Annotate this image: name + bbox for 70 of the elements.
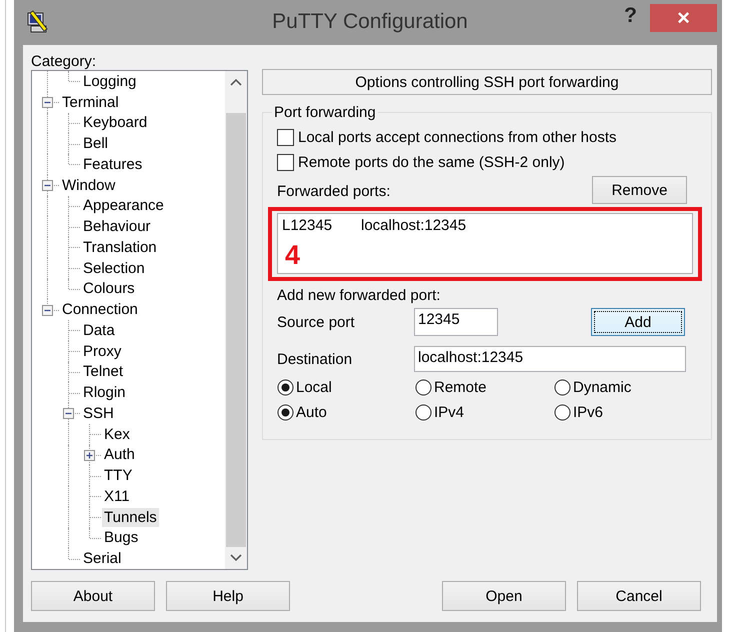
collapse-icon[interactable] bbox=[42, 97, 53, 108]
scroll-up-icon[interactable] bbox=[230, 78, 242, 86]
tree-item[interactable]: Data bbox=[81, 320, 117, 340]
forwarded-ports-label: Forwarded ports: bbox=[277, 182, 390, 200]
radio-button[interactable] bbox=[554, 404, 571, 421]
tree-item[interactable]: Colours bbox=[81, 279, 137, 298]
radio-button[interactable] bbox=[277, 404, 294, 421]
radio-button[interactable] bbox=[277, 379, 294, 396]
scroll-down-icon[interactable] bbox=[230, 554, 242, 562]
tree-item[interactable]: TTY bbox=[102, 466, 134, 486]
source-port-label: Source port bbox=[277, 314, 356, 330]
add-button[interactable]: Add bbox=[591, 308, 685, 336]
checkbox[interactable] bbox=[277, 154, 294, 171]
tree-item[interactable]: Appearance bbox=[81, 196, 166, 216]
tree-item[interactable]: Bugs bbox=[102, 528, 140, 548]
tree-item[interactable]: Features bbox=[81, 154, 144, 174]
collapse-icon[interactable] bbox=[42, 180, 53, 192]
tree-item[interactable]: Window bbox=[60, 176, 118, 195]
port-source: L12345 bbox=[282, 217, 334, 234]
tree-item[interactable]: Kex bbox=[102, 424, 132, 444]
scrollbar[interactable] bbox=[225, 71, 247, 569]
radio-label: IPv4 bbox=[434, 404, 464, 421]
dialog-button[interactable]: Cancel bbox=[577, 581, 701, 611]
checkbox[interactable] bbox=[277, 129, 294, 146]
add-new-label: Add new forwarded port: bbox=[277, 287, 442, 304]
radio-label: Auto bbox=[296, 404, 327, 421]
tree-item[interactable]: Keyboard bbox=[81, 113, 150, 132]
remove-button[interactable]: Remove bbox=[592, 176, 687, 204]
radio-button[interactable] bbox=[554, 379, 571, 396]
panel-header: Options controlling SSH port forwarding bbox=[262, 69, 712, 95]
tree-item[interactable]: Translation bbox=[81, 238, 159, 257]
radio-label: IPv6 bbox=[573, 404, 604, 421]
help-button[interactable]: ? bbox=[624, 4, 637, 28]
radio-label: Local bbox=[296, 379, 332, 396]
dialog-button[interactable]: Open bbox=[442, 581, 566, 611]
tree-item[interactable]: Auth bbox=[102, 445, 137, 464]
window-title: PuTTY Configuration bbox=[272, 10, 468, 33]
source-port-field[interactable]: 12345 bbox=[414, 308, 498, 336]
collapse-icon[interactable] bbox=[63, 408, 74, 420]
forwarded-ports-list[interactable]: L12345 localhost:12345 4 bbox=[277, 213, 693, 274]
destination-field[interactable]: localhost:12345 bbox=[414, 346, 686, 372]
expand-icon[interactable] bbox=[84, 450, 95, 461]
tree-item[interactable]: Rlogin bbox=[81, 383, 128, 402]
port-destination: localhost:12345 bbox=[361, 217, 466, 234]
tree-item[interactable]: SSH bbox=[81, 404, 116, 423]
checkbox-label: Local ports accept connections from other hosts bbox=[298, 129, 617, 146]
tree-item[interactable]: Selection bbox=[81, 258, 147, 278]
tree-item[interactable]: Telnet bbox=[81, 362, 126, 382]
category-label: Category: bbox=[31, 53, 96, 70]
tree-item[interactable]: Bell bbox=[81, 134, 110, 154]
radio-label: Dynamic bbox=[573, 379, 632, 396]
dialog-button[interactable]: Help bbox=[166, 581, 290, 611]
dialog-button[interactable]: About bbox=[31, 581, 155, 611]
close-button[interactable]: × bbox=[650, 4, 717, 32]
tree-item[interactable]: Connection bbox=[60, 300, 140, 320]
tree-item[interactable]: Logging bbox=[81, 72, 138, 91]
radio-button[interactable] bbox=[415, 379, 432, 396]
group-title: Port forwarding bbox=[273, 104, 377, 121]
step-number: 4 bbox=[285, 240, 300, 270]
tree-item[interactable]: Serial bbox=[81, 549, 124, 568]
checkbox-label: Remote ports do the same (SSH-2 only) bbox=[298, 154, 565, 171]
destination-label: Destination bbox=[277, 350, 354, 368]
tree-item[interactable]: Proxy bbox=[81, 342, 124, 361]
radio-button[interactable] bbox=[415, 404, 432, 421]
tree-item[interactable]: Behaviour bbox=[81, 217, 153, 236]
radio-label: Remote bbox=[434, 379, 487, 396]
collapse-icon[interactable] bbox=[42, 304, 53, 316]
tree-item[interactable]: X11 bbox=[102, 486, 132, 506]
tree-item[interactable]: Terminal bbox=[60, 92, 121, 112]
tree-item[interactable]: Tunnels bbox=[102, 508, 159, 527]
